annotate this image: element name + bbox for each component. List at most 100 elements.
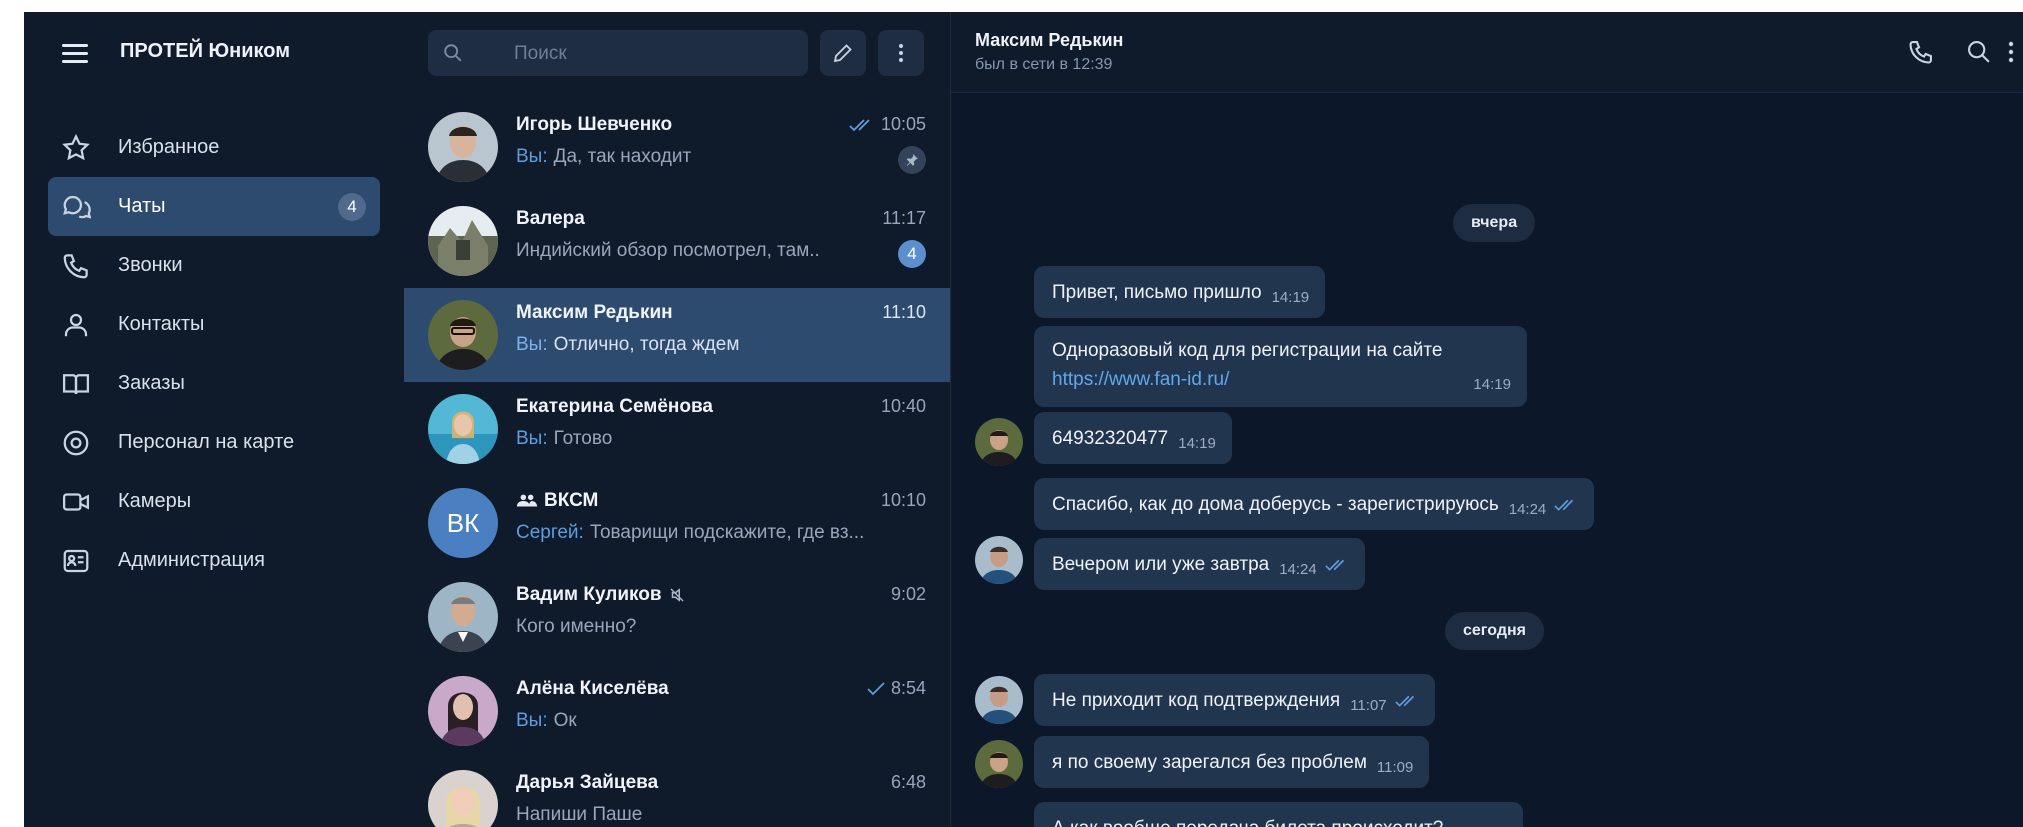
sender-avatar: [975, 536, 1023, 584]
nav-item-contacts[interactable]: Контакты: [48, 295, 380, 354]
chat-list: Игорь Шевченко Вы: Да, так находит 10:05 …: [404, 100, 950, 827]
chat-time: 6:48: [890, 772, 926, 792]
chat-item[interactable]: Дарья Зайцева Напиши Паше 6:48: [404, 758, 950, 827]
avatar: [428, 206, 498, 276]
chat-time: 8:54: [890, 678, 926, 698]
main-navigation: ПРОТЕЙ Юником Избранное Чаты 4 Звонки Ко…: [24, 12, 405, 827]
compose-button[interactable]: [820, 30, 866, 76]
call-button[interactable]: [1905, 36, 1937, 68]
contact-status: был в сети в 12:39: [975, 56, 1113, 73]
chat-name: Дарья Зайцева: [516, 772, 659, 793]
nav-item-staff-map[interactable]: Персонал на карте: [48, 413, 380, 472]
chat-item[interactable]: Алёна Киселёва Вы: Ок 8:54: [404, 664, 950, 758]
search-box[interactable]: [428, 30, 808, 76]
nav-label: Звонки: [118, 254, 183, 276]
nav-item-calls[interactable]: Звонки: [48, 236, 380, 295]
more-vertical-icon: [2008, 41, 2014, 63]
message-link[interactable]: https://www.fan-id.ru/: [1052, 369, 1229, 390]
more-vertical-icon: [899, 44, 903, 62]
unread-badge: 4: [338, 193, 366, 221]
chat-item-selected[interactable]: Максим Редькин Вы: Отлично, тогда ждем 11…: [404, 288, 950, 382]
menu-icon[interactable]: [62, 44, 88, 64]
chat-item[interactable]: Екатерина Семёнова Вы: Готово 10:40: [404, 382, 950, 476]
date-separator: вчера: [1453, 204, 1536, 242]
message-bubble: я по своему зарегался без проблем 11:09: [1034, 736, 1430, 788]
nav-item-orders[interactable]: Заказы: [48, 354, 380, 413]
nav-label: Камеры: [118, 490, 192, 512]
sender-avatar: [975, 418, 1023, 466]
chat-time-wrap: 8:54: [867, 678, 926, 699]
message-time: 14:19: [1178, 435, 1216, 452]
chat-name: ВКСМ: [544, 490, 599, 511]
you-prefix: Вы:: [516, 146, 548, 167]
nav-label: Избранное: [118, 136, 220, 158]
preview-text: Да, так находит: [553, 146, 692, 167]
preview-text: Готово: [553, 428, 613, 449]
message-bubble: Вечером или уже завтра 14:24: [1034, 538, 1365, 590]
chat-name: Игорь Шевченко: [516, 114, 673, 135]
you-prefix: Вы:: [516, 428, 548, 449]
message-text: я по своему зарегался без проблем: [1052, 752, 1367, 773]
double-check-icon: [1554, 499, 1574, 511]
message-bubble: Привет, письмо пришло 14:19: [1034, 266, 1326, 318]
chat-preview: Индийский обзор посмотрел, там..: [516, 240, 820, 261]
nav-list: Избранное Чаты 4 Звонки Контакты Заказы …: [48, 118, 380, 590]
search-icon: [1968, 41, 1990, 63]
chat-item[interactable]: Игорь Шевченко Вы: Да, так находит 10:05: [404, 100, 950, 194]
unread-badge: 4: [898, 240, 926, 268]
chat-name: Екатерина Семёнова: [516, 396, 713, 417]
chat-time-wrap: 10:05: [849, 114, 926, 135]
message-text: Привет, письмо пришло: [1052, 282, 1262, 303]
group-icon: [516, 494, 538, 507]
nav-item-chats[interactable]: Чаты 4: [48, 177, 380, 236]
camera-icon: [60, 486, 92, 518]
message-bubble: Одноразовый код для регистрации на сайте…: [1034, 326, 1527, 407]
search-input[interactable]: [512, 38, 796, 70]
message-time: 14:19: [1473, 376, 1511, 393]
preview-text: Отлично, тогда ждем: [553, 334, 740, 355]
conversation-more-button[interactable]: [2001, 36, 2021, 68]
conversation-search-button[interactable]: [1963, 36, 1995, 68]
you-prefix: Вы:: [516, 710, 548, 731]
chat-icon: [60, 191, 92, 223]
double-check-icon: [849, 118, 870, 131]
chat-preview: Напиши Паше: [516, 804, 643, 825]
chat-name: Алёна Киселёва: [516, 678, 669, 699]
avatar: [428, 582, 498, 652]
chat-time: 10:40: [880, 396, 926, 416]
check-icon: [867, 681, 885, 695]
nav-label: Заказы: [118, 372, 185, 394]
pencil-icon: [833, 44, 852, 63]
phone-icon: [60, 250, 92, 282]
chat-name-wrap: Вадим Куликов: [516, 584, 686, 606]
chat-item-group[interactable]: ВК ВКСМ Сергей: Товарищи подскажите, где …: [404, 476, 950, 570]
message-time: 14:24: [1508, 501, 1547, 518]
id-card-icon: [60, 545, 92, 577]
message-time: 14:24: [1279, 561, 1317, 578]
chat-item[interactable]: Вадим Куликов Кого именно? 9:02: [404, 570, 950, 664]
avatar: [428, 112, 498, 182]
app-title: ПРОТЕЙ Юником: [120, 40, 290, 62]
chat-preview: Вы: Готово: [516, 428, 896, 450]
list-more-button[interactable]: [878, 30, 924, 76]
chat-time: 10:10: [880, 490, 926, 510]
contact-name[interactable]: Максим Редькин: [975, 30, 1123, 51]
star-icon: [60, 132, 92, 164]
chat-item[interactable]: Валера Индийский обзор посмотрел, там.. …: [404, 194, 950, 288]
muted-icon: [670, 588, 684, 602]
message-text: Не приходит код подтверждения: [1052, 690, 1341, 711]
nav-label: Чаты: [118, 195, 166, 217]
you-prefix: Вы:: [516, 334, 548, 355]
message-time: 11:07: [1350, 697, 1387, 714]
message-bubble: Не приходит код подтверждения 11:07: [1034, 674, 1435, 726]
messenger-window: ПРОТЕЙ Юником Избранное Чаты 4 Звонки Ко…: [24, 12, 2023, 827]
avatar: [428, 394, 498, 464]
person-icon: [60, 309, 92, 341]
nav-item-favorites[interactable]: Избранное: [48, 118, 380, 177]
conversation-header: Максим Редькин был в сети в 12:39: [951, 12, 2023, 93]
double-check-icon: [1394, 695, 1414, 707]
avatar: [428, 676, 498, 746]
nav-item-administration[interactable]: Администрация: [48, 531, 380, 590]
nav-item-cameras[interactable]: Камеры: [48, 472, 380, 531]
chat-time: 11:10: [882, 302, 926, 322]
